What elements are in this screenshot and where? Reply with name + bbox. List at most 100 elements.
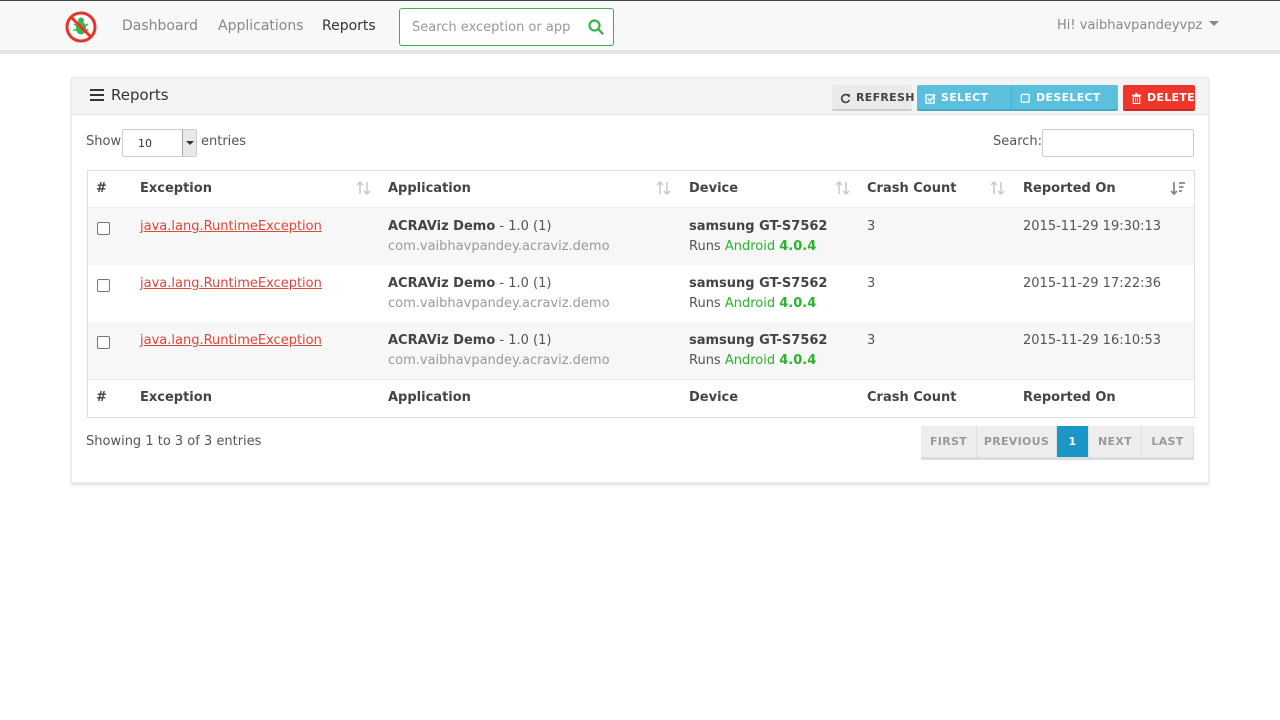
check-square-icon (925, 94, 936, 104)
runs-label: Runs (689, 296, 725, 311)
reports-table: # Exception Application Device Crash Cou… (87, 170, 1195, 418)
app-package: com.vaibhavpandey.acraviz.demo (388, 239, 610, 254)
col-footer-application: Application (388, 390, 471, 405)
table-header-row: # Exception Application Device Crash Cou… (88, 171, 1194, 208)
app-version: - 1.0 (1) (495, 276, 552, 291)
trash-icon (1131, 93, 1142, 104)
row-checkbox[interactable] (97, 336, 110, 349)
app-cell: ACRAViz Demo - 1.0 (1) (388, 276, 551, 291)
col-header-exception[interactable]: Exception (140, 181, 212, 196)
pager-next[interactable]: NEXT (1089, 426, 1142, 457)
nav-applications[interactable]: Applications (218, 18, 304, 34)
col-footer-exception: Exception (140, 390, 212, 405)
col-footer-device: Device (689, 390, 739, 405)
row-checkbox[interactable] (97, 222, 110, 235)
table-info: Showing 1 to 3 of 3 entries (86, 434, 262, 449)
app-logo-icon[interactable] (65, 11, 97, 43)
os-version: 4.0.4 (779, 296, 817, 311)
square-icon (1020, 93, 1030, 103)
os-name: Android (724, 353, 780, 368)
os-name: Android (724, 239, 780, 254)
pagination: FIRST PREVIOUS 1 NEXT LAST (921, 426, 1194, 460)
runs-label: Runs (689, 239, 725, 254)
device-os: Runs Android 4.0.4 (689, 296, 816, 311)
entries-select[interactable]: 10 (122, 129, 197, 157)
search-icon[interactable] (587, 18, 605, 36)
reported-on: 2015-11-29 16:10:53 (1023, 333, 1162, 348)
app-package: com.vaibhavpandey.acraviz.demo (388, 296, 610, 311)
caret-down-icon (1209, 21, 1220, 26)
reported-on: 2015-11-29 17:22:36 (1023, 276, 1162, 291)
pager-page-1[interactable]: 1 (1057, 426, 1089, 457)
table-search-label: Search: (993, 134, 1043, 149)
entries-value: 10 (138, 137, 152, 150)
sort-icon[interactable] (356, 180, 372, 196)
col-header-device[interactable]: Device (689, 181, 738, 196)
app-package: com.vaibhavpandey.acraviz.demo (388, 353, 610, 368)
col-header-index: # (96, 181, 107, 196)
crash-count: 3 (867, 333, 876, 348)
panel-title: Reports (111, 86, 169, 104)
col-footer-index: # (96, 390, 107, 405)
global-search (399, 8, 614, 46)
reports-panel: Reports REFRESH SELECT ALL DESELECT ALL (71, 77, 1209, 483)
deselect-all-label: DESELECT ALL (1036, 91, 1101, 130)
os-name: Android (724, 296, 780, 311)
table-search-input[interactable] (1042, 129, 1194, 157)
reported-on: 2015-11-29 19:30:13 (1023, 219, 1162, 234)
sort-icon[interactable] (835, 180, 851, 196)
table-row: java.lang.RuntimeException ACRAViz Demo … (88, 208, 1194, 265)
app-name: ACRAViz Demo (388, 333, 496, 348)
nav-dashboard[interactable]: Dashboard (122, 18, 198, 34)
table-row: java.lang.RuntimeException ACRAViz Demo … (88, 322, 1194, 379)
table-footer-row: # Exception Application Device Crash Cou… (88, 379, 1194, 417)
refresh-label: REFRESH (856, 91, 915, 104)
app-version: - 1.0 (1) (495, 219, 552, 234)
panel-header: Reports REFRESH SELECT ALL DESELECT ALL (72, 78, 1208, 130)
show-label: Show (86, 134, 122, 149)
app-name: ACRAViz Demo (388, 276, 496, 291)
exception-link[interactable]: java.lang.RuntimeException (140, 333, 322, 348)
pager-first[interactable]: FIRST (921, 426, 977, 457)
select-all-button[interactable]: SELECT ALL (917, 85, 1011, 130)
col-header-reported-on[interactable]: Reported On (1023, 181, 1116, 196)
refresh-button[interactable]: REFRESH (832, 85, 915, 111)
global-search-input[interactable] (401, 10, 571, 44)
entries-label: entries (201, 134, 247, 149)
row-checkbox[interactable] (97, 279, 110, 292)
dropdown-arrow-icon (182, 130, 196, 156)
list-icon (90, 89, 104, 101)
crash-count: 3 (867, 276, 876, 291)
os-version: 4.0.4 (779, 239, 817, 254)
os-version: 4.0.4 (779, 353, 817, 368)
pager-last[interactable]: LAST (1142, 426, 1194, 457)
navbar: Dashboard Applications Reports Hi! vaibh… (0, 0, 1280, 54)
select-all-label: SELECT ALL (941, 91, 989, 130)
refresh-icon (840, 93, 851, 104)
device-name: samsung GT-S7562 (689, 219, 828, 234)
delete-button[interactable]: DELETE (1123, 85, 1195, 111)
pager-previous[interactable]: PREVIOUS (977, 426, 1057, 457)
col-header-crash-count[interactable]: Crash Count (867, 181, 956, 196)
app-name: ACRAViz Demo (388, 219, 496, 234)
sort-desc-icon[interactable] (1170, 180, 1186, 196)
crash-count: 3 (867, 219, 876, 234)
col-footer-crash-count: Crash Count (867, 390, 957, 405)
table-row: java.lang.RuntimeException ACRAViz Demo … (88, 265, 1194, 322)
app-version: - 1.0 (1) (495, 333, 552, 348)
user-menu[interactable]: Hi! vaibhavpandeyvpz (1057, 18, 1220, 33)
device-os: Runs Android 4.0.4 (689, 353, 816, 368)
sort-icon[interactable] (990, 180, 1006, 196)
user-greeting: Hi! vaibhavpandeyvpz (1057, 18, 1203, 33)
col-footer-reported-on: Reported On (1023, 390, 1116, 405)
delete-label: DELETE (1147, 91, 1195, 104)
deselect-all-button[interactable]: DESELECT ALL (1011, 85, 1118, 130)
nav-reports[interactable]: Reports (322, 18, 376, 34)
device-os: Runs Android 4.0.4 (689, 239, 816, 254)
device-name: samsung GT-S7562 (689, 333, 828, 348)
app-cell: ACRAViz Demo - 1.0 (1) (388, 219, 551, 234)
exception-link[interactable]: java.lang.RuntimeException (140, 276, 322, 291)
col-header-application[interactable]: Application (388, 181, 471, 196)
sort-icon[interactable] (656, 180, 672, 196)
exception-link[interactable]: java.lang.RuntimeException (140, 219, 322, 234)
